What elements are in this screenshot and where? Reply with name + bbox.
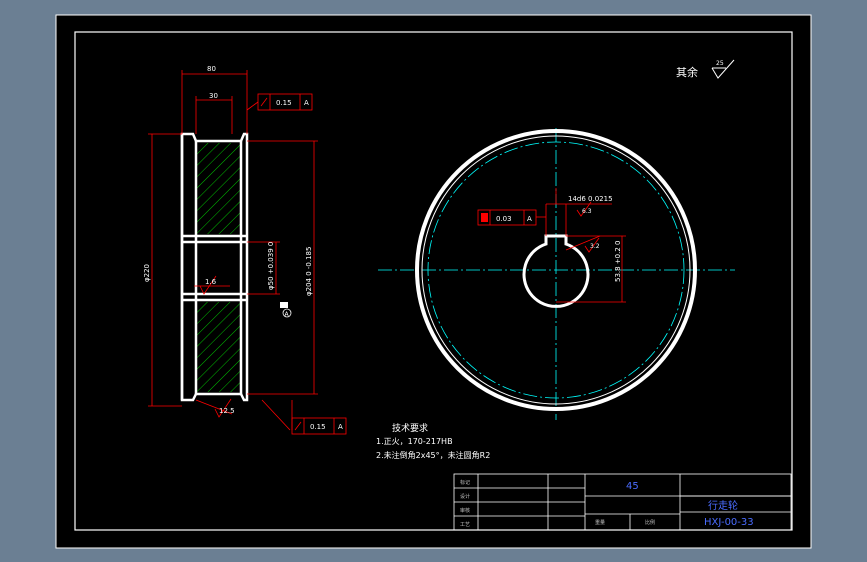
svg-text:25: 25 — [716, 60, 724, 67]
dim-outer-diameter: φ220 — [143, 264, 151, 282]
dim-width-outer: 80 — [207, 65, 216, 73]
tol-bottom-value: 0.15 — [310, 423, 326, 431]
notes-line-1: 1.正火，170-217HB — [376, 437, 453, 446]
roughness-key: 3.2 — [590, 243, 600, 250]
tol-top-value: 0.15 — [276, 99, 292, 107]
hatch-upper — [196, 143, 241, 234]
dim-hub: φ204 0 -0.185 — [305, 247, 313, 296]
datum-symbol — [280, 302, 288, 308]
tol-bottom-datum: A — [338, 423, 343, 431]
roughness-key-side: 6.3 — [582, 208, 592, 215]
cad-viewport[interactable]: 80 30 φ220 φ50 +0.039 0 φ204 0 -0.185 1.… — [0, 0, 867, 562]
row-label-1: 标记 — [460, 479, 470, 486]
row-label-4: 工艺 — [460, 522, 470, 528]
roughness-rim: 12.5 — [219, 407, 235, 415]
hatch-lower — [196, 302, 241, 392]
notes-line-2: 2.未注倒角2x45°，未注圆角R2 — [376, 450, 490, 460]
roughness-hub: 1.6 — [205, 278, 217, 286]
dim-key-depth: 53.8 +0.2 0 — [614, 241, 622, 283]
title-part-name: 行走轮 — [708, 499, 738, 512]
cell-weight: 重量 — [595, 519, 605, 526]
cell-scale: 比例 — [645, 519, 655, 526]
row-label-2: 设计 — [460, 493, 470, 500]
title-drawing-number: HXJ-00-33 — [704, 517, 754, 528]
notes-title: 技术要求 — [392, 422, 428, 434]
dim-width-inner: 30 — [209, 92, 218, 100]
tol-keyway-value: 0.03 — [496, 215, 512, 223]
drawing-sheet — [55, 14, 812, 549]
tol-top-datum: A — [304, 99, 309, 107]
row-label-3: 审核 — [460, 507, 470, 514]
tol-keyway-datum: A — [527, 215, 532, 223]
dim-bore: φ50 +0.039 0 — [267, 242, 275, 290]
title-material: 45 — [626, 481, 639, 492]
svg-text:其余: 其余 — [676, 65, 698, 79]
keyway-label: 14d6 0.0215 — [568, 195, 613, 203]
